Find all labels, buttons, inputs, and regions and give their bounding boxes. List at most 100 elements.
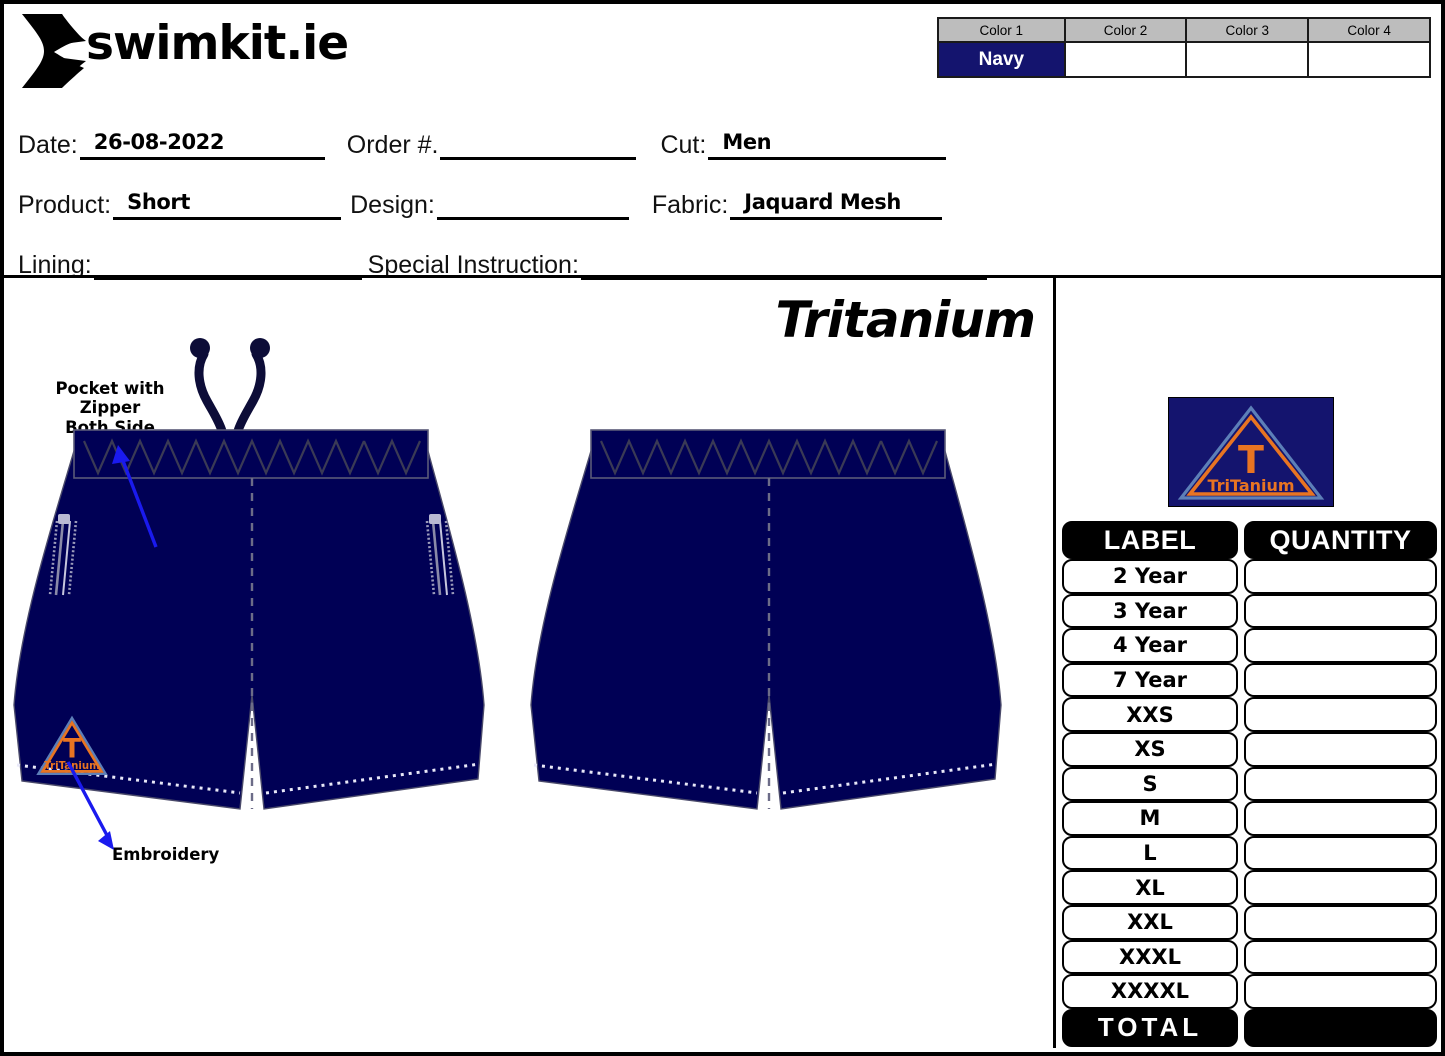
tritanium-logo-icon: T TriTanium (1177, 405, 1325, 500)
design-panel: Tritanium Pocket with Zipper Both Side E… (8, 275, 1056, 1048)
color-header-4: Color 4 (1307, 17, 1431, 43)
size-quantity-xxs[interactable] (1244, 697, 1437, 732)
size-label-xs: XS (1062, 731, 1238, 767)
field-design: Design: (350, 191, 629, 220)
size-label-l: L (1062, 835, 1238, 871)
total-label: TOTAL (1062, 1008, 1238, 1047)
size-label-3-year: 3 Year (1062, 593, 1238, 629)
size-label-4-year: 4 Year (1062, 628, 1238, 663)
color-header-2: Color 2 (1063, 17, 1188, 43)
size-label-xl: XL (1062, 870, 1238, 905)
field-date: Date: 26-08-2022 (18, 130, 325, 160)
form-row-3: Lining: Special Instruction: (4, 220, 1014, 280)
color-table: Color 1 Color 2 Color 3 Color 4 Navy (937, 17, 1431, 78)
shorts-front-body (13, 450, 485, 810)
date-value: 26-08-2022 (93, 130, 225, 154)
color-value-4[interactable] (1307, 41, 1431, 78)
product-input[interactable]: Short (113, 190, 342, 220)
cut-label: Cut: (660, 131, 707, 159)
size-row-7-year: 7 Year (1062, 662, 1437, 698)
size-quantity-xxxxl[interactable] (1244, 974, 1437, 1009)
field-cut: Cut: Men (660, 130, 947, 160)
color-header-1: Color 1 (937, 17, 1066, 43)
color-table-value-row: Navy (937, 41, 1431, 78)
size-quantity-4-year[interactable] (1244, 628, 1437, 663)
right-panel: T TriTanium LABEL QUANTITY 2 Year 3 Year… (1062, 275, 1437, 1048)
field-order: Order #. (347, 131, 637, 160)
size-quantity-s[interactable] (1244, 766, 1437, 802)
date-label: Date: (18, 131, 78, 159)
size-row-total: TOTAL (1062, 1008, 1437, 1047)
color-table-header-row: Color 1 Color 2 Color 3 Color 4 (937, 17, 1431, 43)
size-row-4-year: 4 Year (1062, 628, 1437, 663)
color-value-2[interactable] (1063, 41, 1188, 78)
size-quantity-l[interactable] (1244, 835, 1437, 871)
order-label: Order #. (346, 131, 439, 159)
cut-value: Men (722, 130, 772, 154)
shorts-back-view (530, 429, 1002, 810)
size-quantity-xl[interactable] (1244, 870, 1437, 905)
size-label-xxxxl: XXXXL (1062, 974, 1238, 1009)
size-quantity-xs[interactable] (1244, 731, 1437, 767)
tritanium-logo-badge: T TriTanium (1168, 397, 1334, 507)
field-fabric: Fabric: Jaquard Mesh (651, 190, 943, 220)
drawstring-right-icon (233, 338, 270, 436)
size-quantity-3-year[interactable] (1244, 593, 1437, 629)
size-row-xl: XL (1062, 870, 1437, 905)
size-row-xs: XS (1062, 731, 1437, 767)
size-row-s: S (1062, 766, 1437, 802)
color-value-1[interactable]: Navy (937, 41, 1066, 78)
brand-logo: swimkit.ie (18, 12, 349, 94)
size-row-3-year: 3 Year (1062, 593, 1437, 629)
design-label: Design: (350, 191, 435, 219)
brand-name: swimkit.ie (86, 16, 349, 71)
size-label-xxl: XXL (1062, 904, 1238, 940)
drawstring-left-icon (190, 338, 227, 436)
size-table-header-row: LABEL QUANTITY (1062, 521, 1437, 559)
tech-pack-sheet: swimkit.ie Color 1 Color 2 Color 3 Color… (0, 0, 1445, 1056)
svg-text:TriTanium: TriTanium (1207, 476, 1294, 495)
size-label-s: S (1062, 766, 1238, 802)
form-row-1: Date: 26-08-2022 Order #. Cut: Men (4, 100, 1014, 160)
field-product: Product: Short (18, 190, 342, 220)
swimmer-arrow-icon (22, 14, 86, 88)
fabric-label: Fabric: (651, 191, 729, 219)
size-row-xxs: XXS (1062, 697, 1437, 732)
order-input[interactable] (440, 131, 637, 160)
garment-illustration: T TriTanium (13, 338, 1002, 850)
size-label-m: M (1062, 801, 1238, 836)
size-row-xxl: XXL (1062, 904, 1437, 940)
size-label-xxs: XXS (1062, 697, 1238, 732)
size-row-2-year: 2 Year (1062, 559, 1437, 594)
size-quantity-table: LABEL QUANTITY 2 Year 3 Year 4 Year 7 Ye… (1062, 521, 1437, 1048)
size-label-xxxl: XXXL (1062, 939, 1238, 975)
order-form: Date: 26-08-2022 Order #. Cut: Men Produ… (4, 100, 1014, 280)
size-row-xxxxl: XXXXL (1062, 974, 1437, 1009)
date-input[interactable]: 26-08-2022 (79, 130, 325, 160)
size-row-xxxl: XXXL (1062, 939, 1437, 975)
product-value: Short (127, 190, 191, 214)
size-quantity-xxl[interactable] (1244, 904, 1437, 940)
size-row-l: L (1062, 835, 1437, 871)
fabric-value: Jaquard Mesh (744, 190, 901, 214)
shorts-back-body (530, 450, 1002, 810)
svg-text:T: T (63, 734, 81, 765)
size-table-header-label: LABEL (1062, 521, 1238, 559)
size-row-m: M (1062, 801, 1437, 836)
fabric-input[interactable]: Jaquard Mesh (730, 190, 943, 220)
size-quantity-m[interactable] (1244, 801, 1437, 836)
size-quantity-7-year[interactable] (1244, 662, 1437, 698)
size-table-header-quantity: QUANTITY (1244, 521, 1437, 559)
color-value-3[interactable] (1185, 41, 1310, 78)
size-label-2-year: 2 Year (1062, 559, 1238, 594)
shorts-front-view: T TriTanium (13, 338, 485, 810)
color-header-3: Color 3 (1185, 17, 1310, 43)
size-label-7-year: 7 Year (1062, 662, 1238, 698)
product-label: Product: (18, 191, 112, 219)
form-row-2: Product: Short Design: Fabric: Jaquard M… (4, 160, 1014, 220)
design-input[interactable] (436, 191, 629, 220)
size-quantity-xxxl[interactable] (1244, 939, 1437, 975)
total-quantity[interactable] (1244, 1008, 1437, 1047)
cut-input[interactable]: Men (708, 130, 947, 160)
size-quantity-2-year[interactable] (1244, 559, 1437, 594)
